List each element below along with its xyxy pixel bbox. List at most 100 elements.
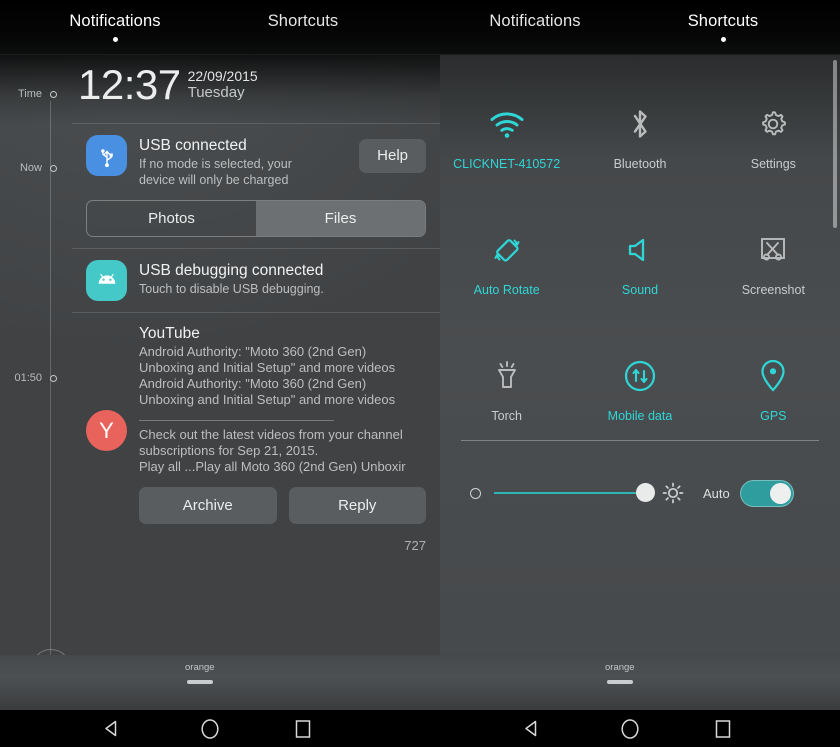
brightness-low-icon [470,487,481,499]
back-button[interactable] [501,710,561,747]
usb-mode-files[interactable]: Files [256,201,425,236]
timeline-mark-label: Now [19,162,42,174]
wifi-icon [489,101,525,147]
brightness-divider [461,440,819,441]
youtube-body-line-2: subscriptions for Sep 21, 2015. [139,443,319,458]
usb-icon [86,135,127,176]
reply-button[interactable]: Reply [288,487,426,524]
screenshot-icon [757,227,789,273]
toggle-knob [769,482,791,504]
tile-label: Settings [750,157,796,171]
notification-text-line-2: device will only be charged [139,173,289,187]
timeline-mark-dot [50,90,57,98]
notification-youtube[interactable]: YouTube Android Authority: "Moto 360 (2n… [72,312,440,564]
youtube-line-3: Android Authority: "Moto 360 (2nd Gen) [139,376,367,391]
timeline-mark-label: Time [17,88,42,100]
notification-title: YouTube [139,325,200,342]
drag-handle[interactable] [186,680,213,684]
back-icon [524,720,536,737]
notifications-pane: Time Now 01:50 12:37 22/09/2015 Tuesday … [0,55,440,710]
carrier-right: orange [605,662,635,684]
gps-icon [760,353,786,399]
timeline-mark-dot [50,374,57,382]
back-button[interactable] [81,710,141,747]
youtube-body-line-3: Play all ...Play all Moto 360 (2nd Gen) … [139,459,406,474]
tab-label: Notifications [489,12,581,31]
tile-gps[interactable]: GPS [707,325,840,451]
tab-label: Shortcuts [687,12,759,31]
tab-label: Shortcuts [267,12,339,31]
mobile-data-icon [623,353,657,399]
tile-settings[interactable]: Settings [707,73,840,199]
tile-screenshot[interactable]: Screenshot [707,199,840,325]
sound-icon [625,227,655,273]
tile-wifi[interactable]: CLICKNET-410572 [440,73,573,199]
auto-brightness-toggle[interactable] [739,479,794,507]
archive-button[interactable]: Archive [139,487,277,524]
home-button[interactable] [600,710,660,747]
clock-header: 12:37 22/09/2015 Tuesday [78,63,258,107]
quick-settings-grid: CLICKNET-410572 Bluetooth Settings Auto … [440,73,840,451]
notification-usb-connected[interactable]: USB connected If no mode is selected, yo… [72,123,440,248]
tile-mobile-data[interactable]: Mobile data [573,325,706,451]
youtube-line-1: Android Authority: "Moto 360 (2nd Gen) [139,344,367,359]
youtube-line-2: Unboxing and Initial Setup" and more vid… [139,360,396,375]
tile-label: CLICKNET-410572 [453,157,561,171]
tab-shortcuts-left[interactable]: Shortcuts [228,0,378,55]
timeline-line [50,101,51,701]
home-icon [621,718,639,739]
android-notification-shade: Notifications Shortcuts Notifications Sh… [0,0,840,747]
gear-icon [757,101,789,147]
tab-label: Notifications [69,12,161,31]
tile-auto-rotate[interactable]: Auto Rotate [440,199,573,325]
back-icon [104,720,116,737]
carrier-left: orange [185,662,215,684]
recents-button[interactable] [273,710,333,747]
usb-mode-photos[interactable]: Photos [87,201,256,236]
timeline-mark-time: Time [0,86,72,102]
tile-bluetooth[interactable]: Bluetooth [573,73,706,199]
tab-shortcuts-right[interactable]: Shortcuts [648,0,798,55]
drag-handle[interactable] [606,680,633,684]
notification-title: USB connected [139,137,247,154]
clock-weekday: Tuesday [187,84,245,101]
tab-notifications-right[interactable]: Notifications [455,0,615,55]
tile-torch[interactable]: Torch [440,325,573,451]
auto-rotate-icon [490,227,524,273]
timeline-mark-now: Now [0,160,72,176]
tile-label: Torch [491,409,522,423]
notification-usb-debugging[interactable]: USB debugging connected Touch to disable… [72,248,440,312]
slider-thumb[interactable] [636,483,655,502]
carrier-strip: orange orange [0,655,840,710]
carrier-name: orange [605,662,635,673]
tab-notifications-left[interactable]: Notifications [35,0,195,55]
help-button[interactable]: Help [359,139,426,173]
youtube-actions: Archive Reply [86,487,426,524]
avatar-letter: Y [99,417,114,443]
youtube-line-4: Unboxing and Initial Setup" and more vid… [139,392,396,407]
home-button[interactable] [180,710,240,747]
recents-icon [295,719,311,738]
brightness-slider[interactable] [494,483,655,503]
bluetooth-icon [627,101,653,147]
nav-group-left [0,710,420,747]
tile-label: GPS [760,409,787,423]
tile-sound[interactable]: Sound [573,199,706,325]
torch-icon [492,353,522,399]
usb-mode-selector: Photos Files [86,200,426,237]
notification-title: USB debugging connected [139,262,324,279]
nav-group-right [420,710,840,747]
youtube-header: YouTube Android Authority: "Moto 360 (2n… [86,324,426,408]
clock-time: 12:37 [78,61,181,108]
recents-icon [715,719,731,738]
recents-button[interactable] [693,710,753,747]
android-icon [86,260,127,301]
tab-bar: Notifications Shortcuts Notifications Sh… [0,0,840,55]
auto-brightness-label: Auto [703,485,730,501]
brightness-high-icon [662,482,684,504]
tile-label: Bluetooth [613,157,667,171]
slider-track [494,492,646,494]
youtube-divider [139,420,334,421]
usb-glyph [100,148,113,167]
tab-active-dot [112,36,118,42]
